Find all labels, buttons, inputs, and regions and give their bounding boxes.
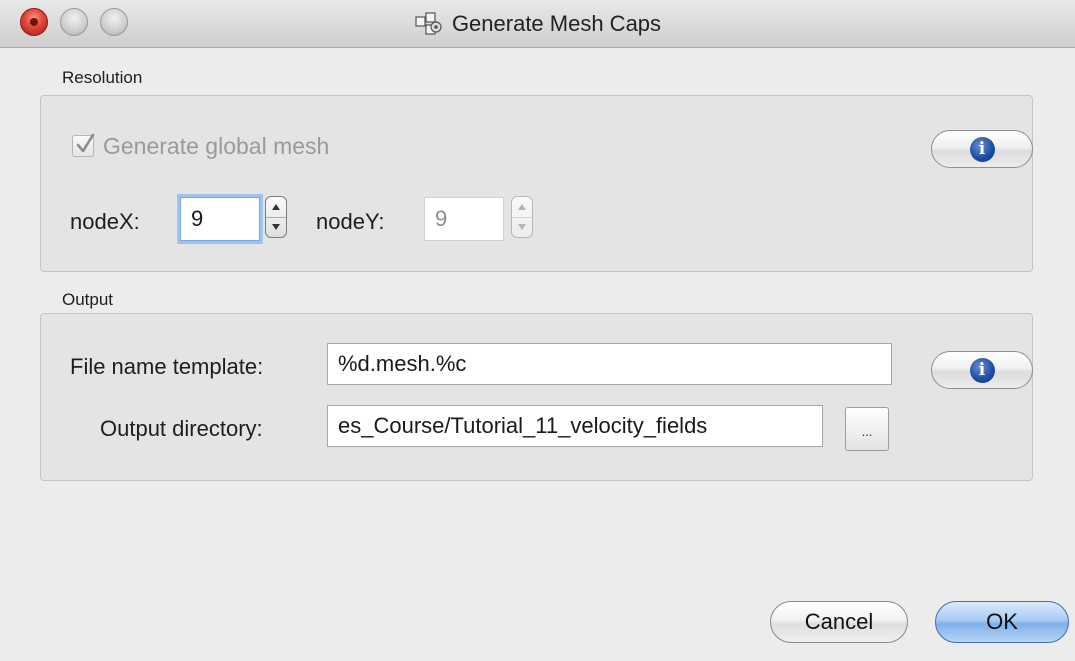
- checkmark-icon: [76, 133, 95, 153]
- ok-button[interactable]: OK: [935, 601, 1069, 643]
- nodey-input[interactable]: 9: [424, 197, 504, 241]
- output-group: [40, 313, 1033, 481]
- cancel-button[interactable]: Cancel: [770, 601, 908, 643]
- info-icon: i: [969, 136, 995, 162]
- file-name-template-label: File name template:: [70, 354, 264, 379]
- mesh-caps-icon: [414, 11, 444, 37]
- nodex-stepper[interactable]: [265, 196, 287, 238]
- file-name-template-input[interactable]: %d.mesh.%c: [327, 343, 892, 385]
- generate-global-mesh-label: Generate global mesh: [103, 132, 330, 159]
- info-icon: i: [969, 357, 995, 383]
- nodex-decrement[interactable]: [266, 218, 286, 238]
- nodey-increment[interactable]: [512, 197, 532, 218]
- resolution-section-label: Resolution: [62, 68, 143, 87]
- output-info-button[interactable]: i: [931, 351, 1033, 389]
- nodex-increment[interactable]: [266, 197, 286, 218]
- browse-directory-button[interactable]: ...: [845, 407, 889, 451]
- window-title: Generate Mesh Caps: [451, 10, 662, 36]
- arrow-down-icon: [518, 224, 526, 231]
- nodey-decrement[interactable]: [512, 218, 532, 238]
- arrow-up-icon: [272, 203, 280, 210]
- arrow-down-icon: [272, 224, 280, 231]
- nodey-stepper[interactable]: [511, 196, 533, 238]
- title-wrap: Generate Mesh Caps: [0, 0, 1075, 47]
- nodex-label: nodeX:: [70, 209, 140, 234]
- output-directory-label: Output directory:: [100, 416, 263, 441]
- nodey-label: nodeY:: [316, 209, 385, 234]
- arrow-up-icon: [518, 203, 526, 210]
- title-bar: Generate Mesh Caps: [0, 0, 1075, 48]
- generate-mesh-caps-dialog: Generate Mesh Caps Resolution Generate g…: [0, 0, 1075, 661]
- generate-global-mesh-checkbox[interactable]: [72, 133, 95, 157]
- resolution-group: [40, 95, 1033, 272]
- resolution-info-button[interactable]: i: [931, 130, 1033, 168]
- nodex-input[interactable]: 9: [180, 197, 260, 241]
- output-section-label: Output: [62, 290, 114, 309]
- output-directory-input[interactable]: es_Course/Tutorial_11_velocity_fields: [327, 405, 823, 447]
- generate-global-mesh-row: Generate global mesh: [72, 129, 329, 163]
